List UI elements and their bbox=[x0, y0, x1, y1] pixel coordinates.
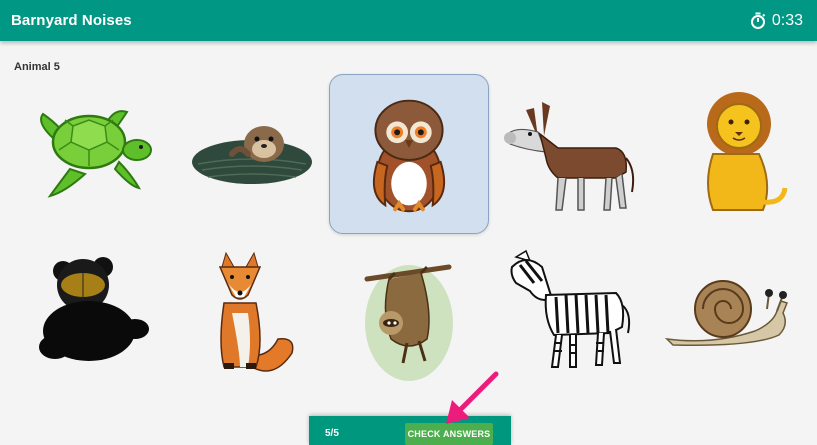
animal-prompt-label: Animal 5 bbox=[14, 61, 60, 73]
donkey-card[interactable] bbox=[486, 74, 646, 234]
app-title: Barnyard Noises bbox=[11, 12, 132, 29]
app-bar: Barnyard Noises 0:33 bbox=[0, 0, 817, 41]
lion-image bbox=[707, 92, 788, 211]
turtle-image bbox=[40, 110, 152, 198]
snail-image bbox=[664, 280, 788, 347]
owl-card[interactable] bbox=[329, 74, 489, 234]
stopwatch-icon bbox=[750, 12, 766, 29]
sea-otter-image bbox=[192, 126, 312, 184]
lion-card[interactable] bbox=[643, 74, 803, 234]
bear-image bbox=[39, 257, 149, 361]
fox-image bbox=[218, 251, 294, 372]
zebra-image bbox=[510, 249, 631, 368]
sea-otter-card[interactable] bbox=[172, 74, 332, 234]
owl-image bbox=[372, 99, 446, 213]
bear-card[interactable] bbox=[15, 243, 175, 403]
score-counter: 5/5 bbox=[325, 428, 339, 439]
fox-card[interactable] bbox=[172, 243, 332, 403]
pointer-arrow-icon bbox=[446, 371, 499, 424]
turtle-card[interactable] bbox=[15, 74, 175, 234]
timer-value: 0:33 bbox=[771, 11, 803, 29]
zebra-card[interactable] bbox=[486, 243, 646, 403]
snail-card[interactable] bbox=[643, 243, 803, 403]
timer: 0:33 bbox=[750, 12, 803, 30]
donkey-image bbox=[504, 102, 635, 211]
